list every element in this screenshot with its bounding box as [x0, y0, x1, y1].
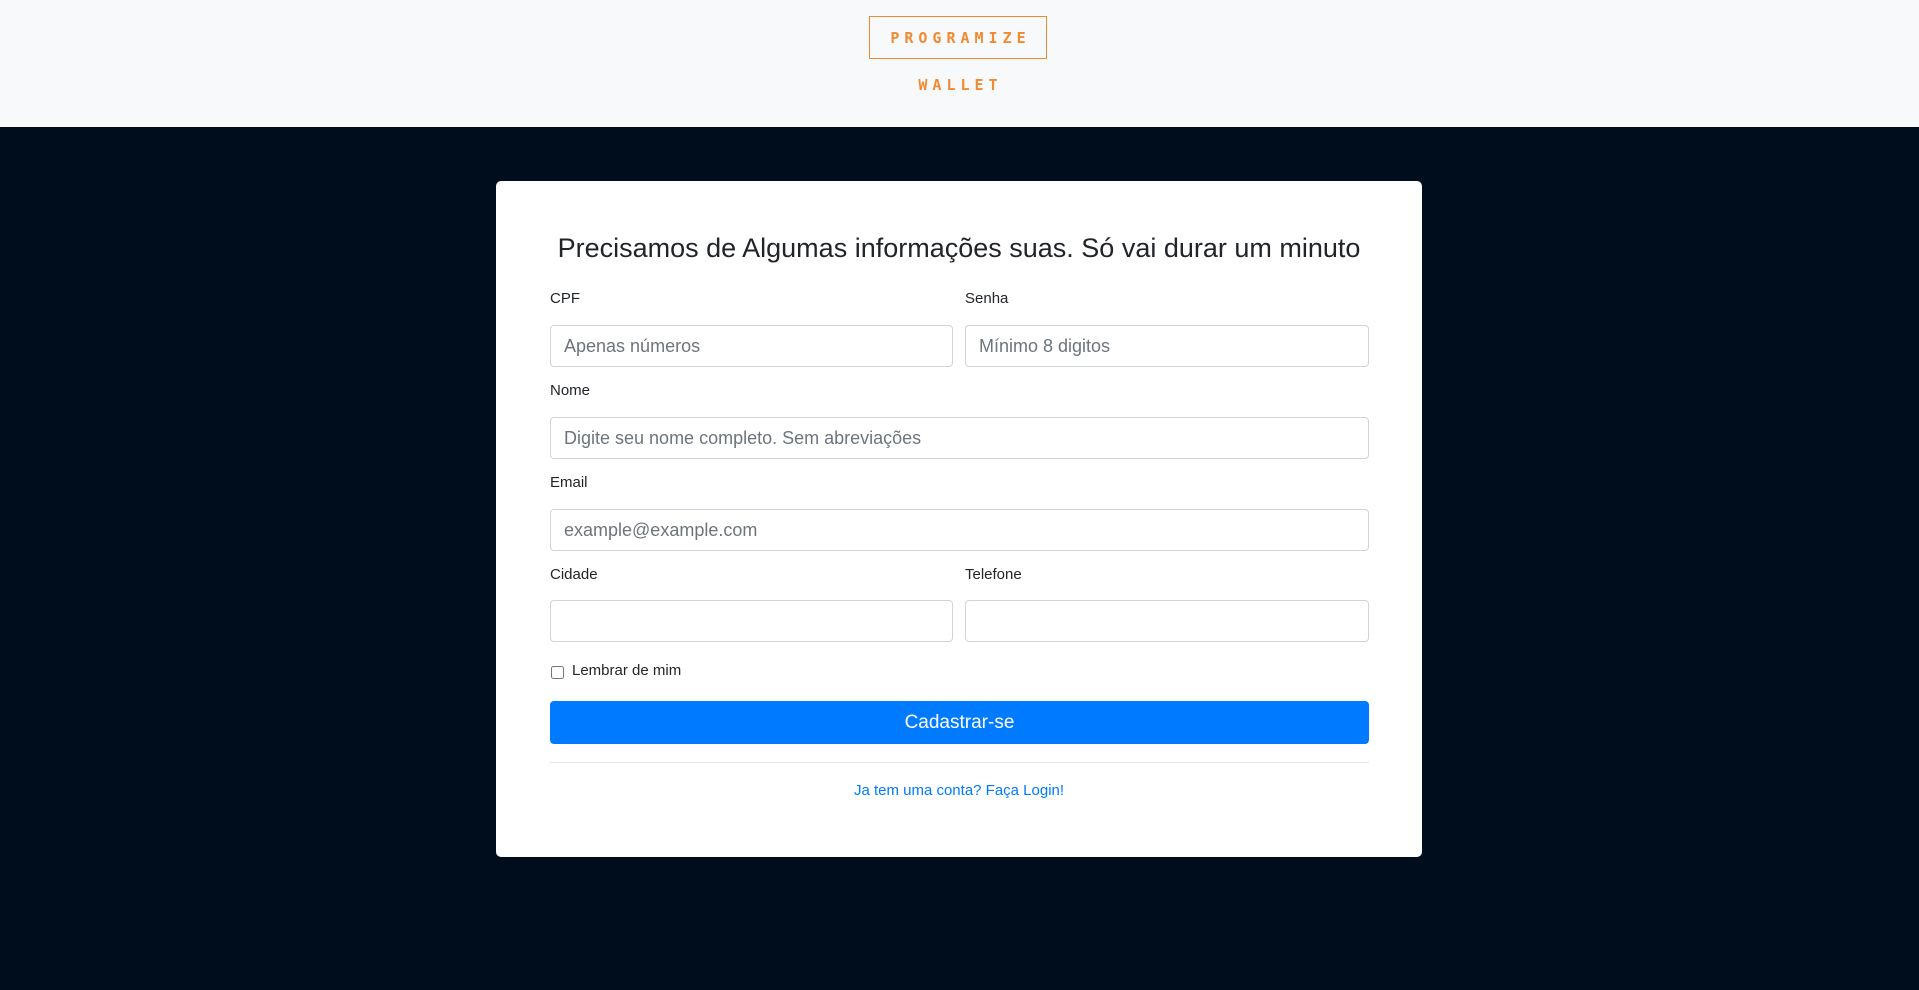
name-input[interactable]: [550, 417, 1369, 459]
login-prompt: Ja tem uma conta? Faça Login!: [496, 782, 1422, 799]
divider: [550, 762, 1369, 763]
senha-label: Senha: [965, 290, 1009, 307]
telefone-label: Telefone: [965, 566, 1022, 583]
form-title: Precisamos de Algumas informações suas. …: [557, 233, 1361, 263]
signup-button[interactable]: Cadastrar-se: [550, 701, 1369, 744]
email-label: Email: [550, 474, 588, 491]
email-input[interactable]: [550, 509, 1369, 551]
brand-logo[interactable]: PROGRAMIZE: [869, 16, 1047, 59]
phone-input[interactable]: [965, 600, 1369, 642]
remember-checkbox[interactable]: [551, 666, 564, 679]
signup-card: Precisamos de Algumas informações suas. …: [496, 181, 1422, 857]
brand-subtitle: WALLET: [918, 76, 1003, 94]
nome-label: Nome: [550, 382, 591, 399]
login-suffix: !: [1059, 782, 1065, 799]
cidade-label: Cidade: [550, 566, 598, 583]
city-input[interactable]: [550, 600, 953, 642]
header: PROGRAMIZE WALLET: [0, 0, 1919, 127]
password-input[interactable]: [965, 325, 1369, 367]
brand-name: PROGRAMIZE: [890, 28, 1031, 47]
login-link[interactable]: Ja tem uma conta? Faça Login: [854, 782, 1060, 799]
cpf-input[interactable]: [550, 325, 953, 367]
remember-label[interactable]: Lembrar de mim: [572, 662, 681, 679]
cpf-label: CPF: [550, 290, 580, 307]
